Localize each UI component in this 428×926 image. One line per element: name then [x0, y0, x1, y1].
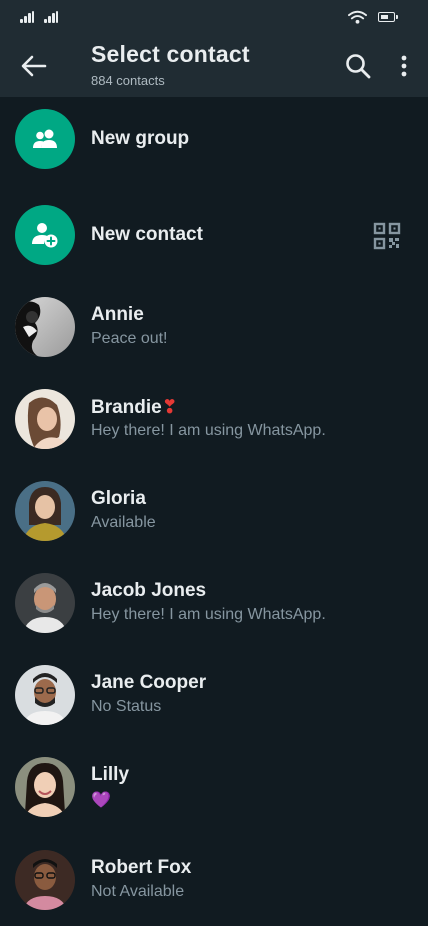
search-icon	[346, 54, 371, 79]
contact-status: No Status	[91, 698, 162, 715]
qr-code-icon[interactable]	[373, 222, 401, 250]
add-contact-icon	[15, 205, 75, 265]
contact-avatar	[15, 481, 75, 541]
contact-name: Jane Cooper	[91, 672, 207, 693]
contact-name: Lilly	[91, 764, 130, 785]
contact-avatar	[15, 850, 75, 910]
contact-avatar	[15, 665, 75, 725]
battery-icon	[378, 12, 398, 22]
group-icon	[15, 109, 75, 169]
contact-avatar	[15, 757, 75, 817]
contact-count: 884 contacts	[91, 73, 165, 88]
contact-row[interactable]: Lilly 💜	[0, 757, 428, 833]
contact-avatar	[15, 297, 75, 357]
contact-avatar	[15, 573, 75, 633]
contact-status: Hey there! I am using WhatsApp.	[91, 422, 326, 439]
new-group-item[interactable]: New group	[0, 109, 428, 185]
new-contact-label: New contact	[91, 224, 203, 245]
contact-status: Hey there! I am using WhatsApp.	[91, 606, 326, 623]
new-group-label: New group	[91, 128, 190, 149]
heart-emoji: ❣	[161, 397, 178, 418]
signal-icon	[20, 11, 34, 23]
contact-name: Annie	[91, 304, 144, 325]
contact-row[interactable]: Gloria Available	[0, 481, 428, 557]
arrow-left-icon	[21, 55, 47, 77]
contact-row[interactable]: Brandie❣ Hey there! I am using WhatsApp.	[0, 389, 428, 465]
wifi-icon	[348, 10, 367, 24]
contact-row[interactable]: Robert Fox Not Available	[0, 850, 428, 926]
contact-avatar	[15, 389, 75, 449]
contact-row[interactable]: Jacob Jones Hey there! I am using WhatsA…	[0, 573, 428, 649]
back-button[interactable]	[14, 46, 54, 86]
contact-row[interactable]: Annie Peace out!	[0, 297, 428, 373]
more-vert-icon	[401, 55, 407, 77]
contact-name: Robert Fox	[91, 857, 192, 878]
contact-status: Available	[91, 514, 156, 531]
app-bar: Select contact 884 contacts	[0, 0, 428, 97]
contact-status: Peace out!	[91, 330, 168, 347]
status-bar	[0, 0, 428, 36]
signal-icon	[44, 11, 58, 23]
search-button[interactable]	[338, 46, 378, 86]
page-title: Select contact	[91, 41, 250, 67]
contact-name: Jacob Jones	[91, 580, 207, 601]
contact-status: 💜	[91, 792, 111, 809]
contact-status: Not Available	[91, 883, 185, 900]
contact-name: Brandie❣	[91, 396, 178, 419]
contact-row[interactable]: Jane Cooper No Status	[0, 665, 428, 741]
contact-name-text: Brandie	[91, 397, 162, 418]
more-options-button[interactable]	[392, 46, 416, 86]
new-contact-item[interactable]: New contact	[0, 205, 428, 281]
contact-name: Gloria	[91, 488, 146, 509]
